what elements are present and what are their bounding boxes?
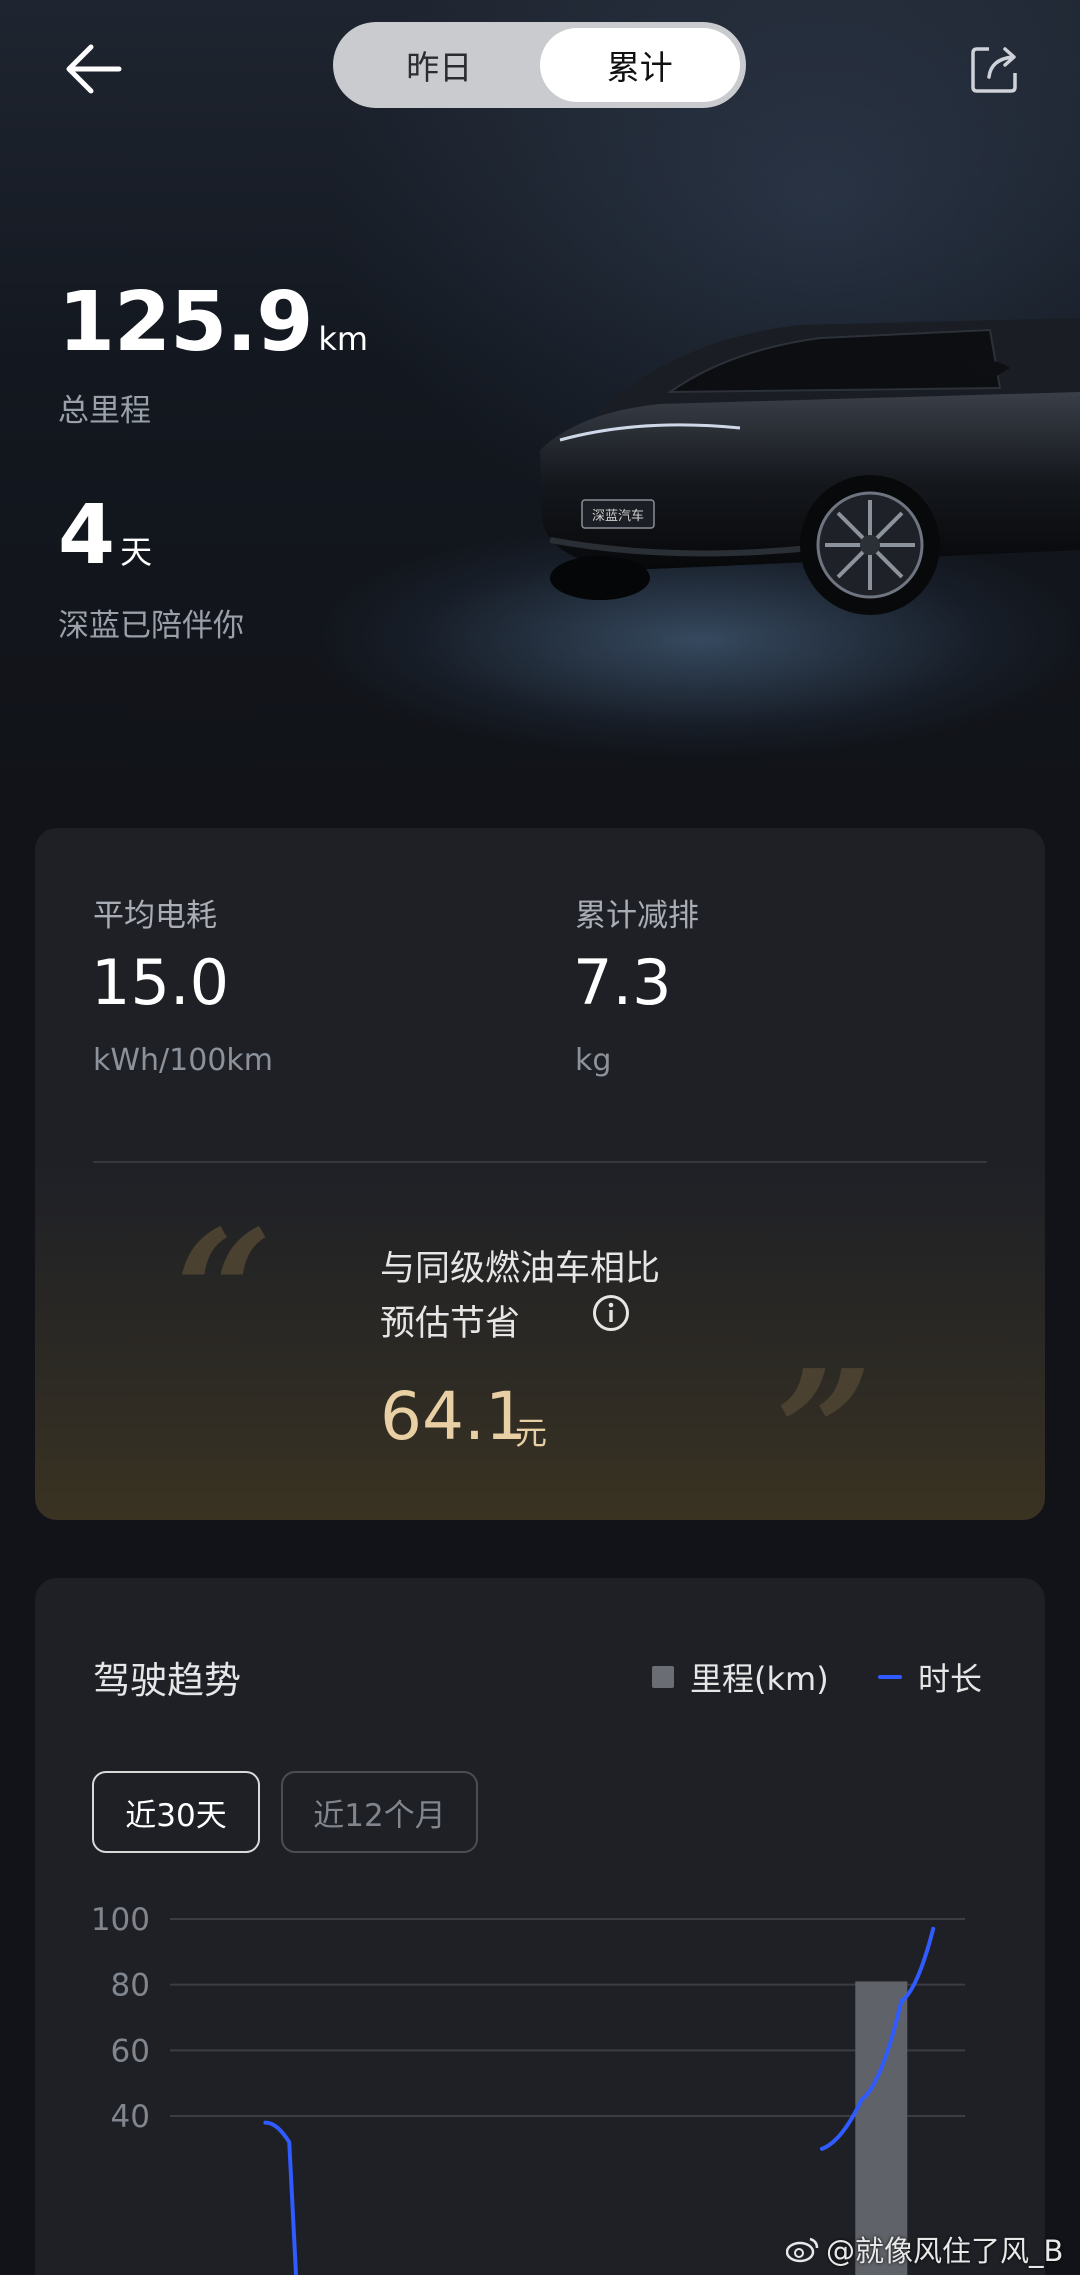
emission-value: 7.3: [573, 946, 672, 1019]
trend-chart: 100 80 60 40: [91, 1902, 965, 2275]
y-tick-label: 100: [91, 1902, 150, 1938]
energy-summary-card: 平均电耗 15.0 kWh/100km 累计减排 7.3 kg “ ” 与同级燃…: [35, 828, 1045, 1520]
car-image: 深蓝汽车: [540, 318, 1080, 615]
legend-mileage: 里程(km): [652, 1654, 829, 1700]
emission-unit: kg: [575, 1043, 612, 1078]
hero-section: 昨日 累计 125.9 km 总里程 4天 深蓝已陪伴你 深蓝汽车: [0, 0, 1080, 800]
total-mileage-caption: 总里程: [58, 393, 151, 429]
savings-estimate-text: 预估节省: [380, 1304, 521, 1344]
avg-consumption-value: 15.0: [91, 946, 230, 1019]
companion-days-unit: 天: [120, 533, 153, 571]
y-tick-label: 80: [111, 1968, 150, 2004]
companion-days-value: 4: [58, 488, 115, 583]
avg-consumption-label: 平均电耗: [93, 898, 217, 934]
driving-trend-card: 驾驶趋势 里程(km) 时长 近30天 近12个月 100 80 60 40: [35, 1578, 1045, 2275]
savings-compare-text: 与同级燃油车相比: [380, 1249, 661, 1289]
divider: [93, 1161, 987, 1163]
watermark-text: @就像风住了风_B: [826, 2234, 1064, 2268]
range-30-days-button[interactable]: 近30天: [92, 1771, 260, 1853]
companion-days-caption: 深蓝已陪伴你: [58, 608, 244, 644]
open-quote-icon: “: [175, 1193, 273, 1393]
savings-unit: 元: [515, 1414, 548, 1452]
y-tick-label: 40: [111, 2099, 150, 2135]
duration-line: [263, 2120, 299, 2275]
car-plate: 深蓝汽车: [592, 508, 644, 524]
period-toggle: 昨日 累计: [333, 22, 746, 108]
watermark: @就像风住了风_B: [786, 2228, 1063, 2270]
y-tick-label: 60: [111, 2033, 150, 2069]
tab-yesterday[interactable]: 昨日: [339, 28, 540, 102]
duration-line-icon: [878, 1675, 902, 1679]
avg-consumption-unit: kWh/100km: [93, 1043, 274, 1078]
share-icon: [971, 47, 1017, 93]
tab-cumulative[interactable]: 累计: [539, 28, 740, 102]
legend-duration-label: 时长: [918, 1660, 983, 1698]
total-mileage: 125.9 km: [58, 275, 368, 370]
back-button[interactable]: [58, 34, 128, 104]
range-12-months-button[interactable]: 近12个月: [281, 1771, 478, 1853]
total-mileage-unit: km: [318, 320, 369, 358]
share-button[interactable]: [960, 34, 1030, 104]
emission-label: 累计减排: [575, 898, 699, 934]
weibo-icon: [786, 2237, 819, 2263]
companion-days: 4天: [58, 488, 152, 583]
close-quote-icon: ”: [775, 1333, 873, 1520]
info-icon[interactable]: [592, 1294, 630, 1332]
arrow-left-icon: [66, 44, 122, 94]
trend-title: 驾驶趋势: [93, 1659, 241, 1702]
legend-duration: 时长: [878, 1654, 982, 1700]
mileage-swatch-icon: [652, 1666, 674, 1688]
savings-value: 64.1: [380, 1378, 527, 1455]
total-mileage-value: 125.9: [58, 275, 313, 370]
legend-mileage-label: 里程(km): [690, 1660, 829, 1698]
